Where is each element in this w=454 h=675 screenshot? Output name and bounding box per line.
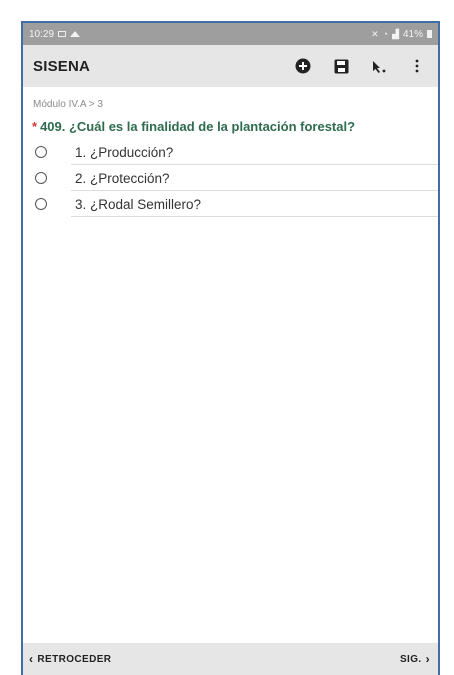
option-label: 3. ¿Rodal Semillero? bbox=[75, 196, 202, 212]
radio-button[interactable] bbox=[35, 172, 47, 184]
options-list: 1. ¿Producción? 2. ¿Protección? 3. ¿Roda… bbox=[23, 139, 438, 217]
status-bar: 10:29 ✕ ◔ ▟ 41% bbox=[23, 23, 438, 45]
cursor-select-icon[interactable] bbox=[368, 55, 390, 77]
status-time: 10:29 bbox=[29, 28, 55, 40]
option-label: 1. ¿Producción? bbox=[75, 144, 174, 160]
battery-level: 41% bbox=[402, 28, 423, 40]
divider bbox=[71, 216, 438, 217]
option-produccion[interactable]: 1. ¿Producción? bbox=[23, 139, 438, 165]
back-button[interactable]: ‹ RETROCEDER bbox=[29, 652, 111, 666]
mute-icon: ✕ bbox=[371, 28, 379, 39]
gallery-icon bbox=[58, 31, 67, 37]
form-content: Módulo IV.A > 3 * 409. ¿Cuál es la finali… bbox=[23, 87, 438, 643]
bottom-navigation: ‹ RETROCEDER SIG. › bbox=[23, 643, 438, 675]
radio-button[interactable] bbox=[35, 146, 47, 158]
device-frame: 10:29 ✕ ◔ ▟ 41% SISENA Módulo IV.A > 3 *… bbox=[21, 21, 440, 675]
breadcrumb: Módulo IV.A > 3 bbox=[33, 99, 103, 110]
save-icon[interactable] bbox=[330, 55, 352, 77]
signal-icon: ▟ bbox=[392, 28, 399, 39]
radio-button[interactable] bbox=[35, 198, 47, 210]
back-label: RETROCEDER bbox=[37, 653, 112, 665]
battery-icon bbox=[427, 30, 432, 38]
add-circle-icon[interactable] bbox=[292, 55, 314, 77]
required-mark: * bbox=[32, 119, 38, 134]
option-proteccion[interactable]: 2. ¿Protección? bbox=[23, 165, 438, 191]
more-vert-icon[interactable] bbox=[406, 55, 428, 77]
next-button[interactable]: SIG. › bbox=[400, 652, 430, 666]
wifi-icon: ◔ bbox=[382, 29, 389, 39]
option-label: 2. ¿Protección? bbox=[75, 170, 170, 186]
question-title: * 409. ¿Cuál es la finalidad de la planta… bbox=[32, 119, 355, 134]
chevron-left-icon: ‹ bbox=[29, 652, 34, 666]
question-text: 409. ¿Cuál es la finalidad de la plantac… bbox=[40, 119, 356, 134]
app-bar: SISENA bbox=[23, 45, 438, 87]
notification-icon bbox=[70, 31, 81, 37]
next-label: SIG. bbox=[399, 653, 422, 665]
app-title: SISENA bbox=[33, 57, 91, 75]
option-rodal-semillero[interactable]: 3. ¿Rodal Semillero? bbox=[23, 191, 438, 217]
chevron-right-icon: › bbox=[425, 652, 430, 666]
